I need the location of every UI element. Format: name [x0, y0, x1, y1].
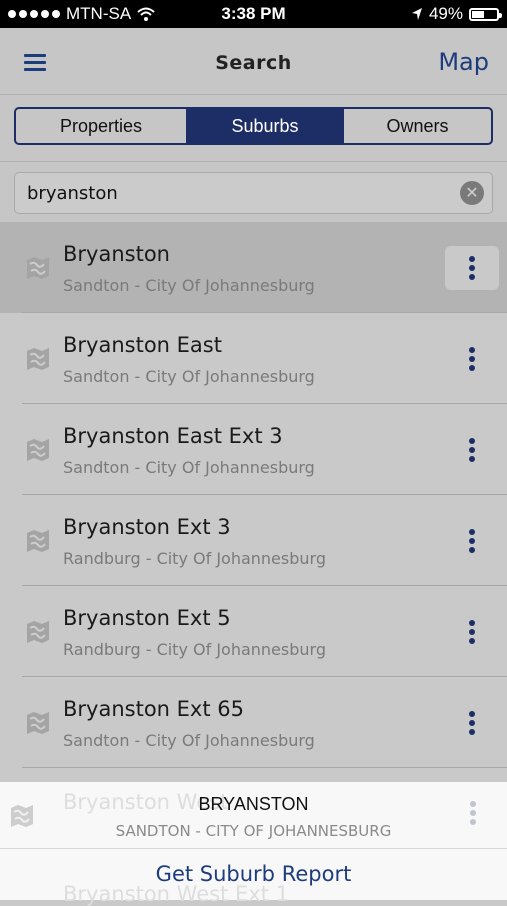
battery-percent: 49% [428, 4, 463, 23]
more-vertical-icon [469, 620, 475, 644]
suburb-region: Sandton - City Of Johannesburg [63, 276, 315, 295]
card-divider [0, 848, 507, 849]
more-options-button[interactable] [445, 246, 499, 290]
search-input[interactable]: bryanston ✕ [14, 172, 493, 214]
more-vertical-icon [469, 347, 475, 371]
list-item[interactable]: Bryanston Ext 5 Randburg - City Of Johan… [0, 586, 507, 677]
more-options-button[interactable] [445, 428, 499, 472]
search-type-segmented-control: Properties Suburbs Owners [14, 107, 493, 145]
more-vertical-icon [469, 529, 475, 553]
suburb-region: Sandton - City Of Johannesburg [63, 731, 315, 750]
map-button[interactable]: Map [438, 48, 489, 76]
get-suburb-report-button[interactable]: Get Suburb Report [0, 862, 507, 886]
suburb-preview-card: Bryanston West BRYANSTON SANDTON - CITY … [0, 782, 507, 906]
list-item[interactable]: Bryanston Sandton - City Of Johannesburg [0, 222, 507, 313]
list-item[interactable]: Bryanston East Ext 3 Sandton - City Of J… [0, 404, 507, 495]
status-bar: MTN-SA 3:38 PM 49% [0, 0, 507, 28]
results-list: Bryanston Sandton - City Of Johannesburg… [0, 222, 507, 768]
suburb-map-icon [27, 621, 49, 643]
more-options-button[interactable] [445, 701, 499, 745]
list-item[interactable]: Bryanston East Sandton - City Of Johanne… [0, 313, 507, 404]
clear-search-icon[interactable]: ✕ [460, 181, 484, 205]
list-item[interactable]: Bryanston Ext 65 Sandton - City Of Johan… [0, 677, 507, 768]
more-vertical-icon [469, 711, 475, 735]
suburb-name: Bryanston East [63, 333, 222, 357]
suburb-name: Bryanston [63, 242, 170, 266]
more-vertical-icon [469, 438, 475, 462]
suburb-name: Bryanston East Ext 3 [63, 424, 283, 448]
page-title: Search [215, 52, 292, 74]
card-subtitle: SANDTON - CITY OF JOHANNESBURG [115, 822, 392, 840]
suburb-map-icon [27, 530, 49, 552]
suburb-name: Bryanston Ext 5 [63, 606, 231, 630]
card-title: BRYANSTON [198, 794, 309, 814]
tab-suburbs[interactable]: Suburbs [187, 109, 344, 143]
search-bar: bryanston ✕ [0, 162, 507, 222]
suburb-region: Sandton - City Of Johannesburg [63, 458, 315, 477]
more-options-button[interactable] [445, 519, 499, 563]
suburb-region: Randburg - City Of Johannesburg [63, 549, 326, 568]
suburb-region: Sandton - City Of Johannesburg [63, 367, 315, 386]
list-item[interactable]: Bryanston Ext 3 Randburg - City Of Johan… [0, 495, 507, 586]
search-input-value[interactable]: bryanston [27, 183, 118, 204]
suburb-region: Randburg - City Of Johannesburg [63, 640, 326, 659]
tab-properties[interactable]: Properties [16, 109, 187, 143]
navigation-bar: Search Map [0, 28, 507, 95]
suburb-map-icon [27, 257, 49, 279]
suburb-name: Bryanston Ext 65 [63, 697, 244, 721]
segment-bar: Properties Suburbs Owners [0, 95, 507, 162]
tab-owners[interactable]: Owners [344, 109, 491, 143]
suburb-map-icon [27, 439, 49, 461]
more-options-button[interactable] [445, 337, 499, 381]
location-arrow-icon [411, 8, 422, 20]
suburb-map-icon [27, 348, 49, 370]
suburb-map-icon [27, 712, 49, 734]
more-vertical-icon [469, 256, 475, 280]
more-options-button[interactable] [445, 610, 499, 654]
battery-icon [469, 7, 502, 21]
row-divider [22, 767, 507, 768]
suburb-name: Bryanston Ext 3 [63, 515, 231, 539]
